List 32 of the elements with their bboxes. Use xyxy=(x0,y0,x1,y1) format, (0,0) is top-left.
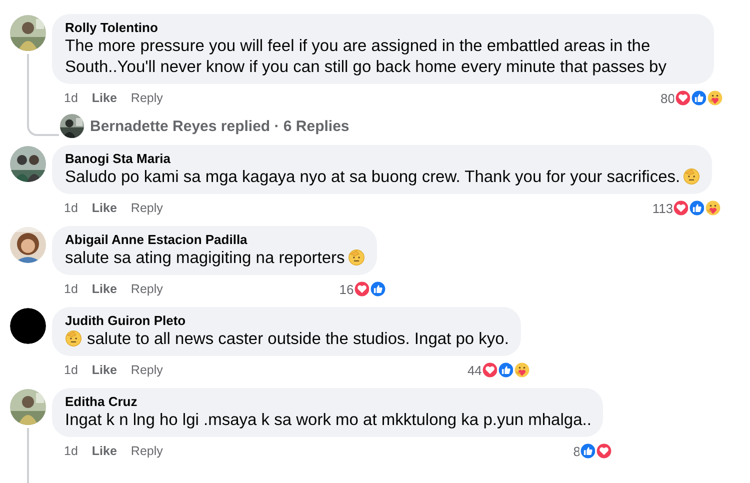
reaction-count[interactable]: 80 xyxy=(660,90,675,106)
reply-link[interactable]: Reply xyxy=(130,363,163,377)
author-name[interactable]: Editha Cruz xyxy=(65,394,592,410)
comment-text: salute to all news caster outside the studios. Ingat po kyo. xyxy=(65,329,509,350)
reply-link[interactable]: Reply xyxy=(130,201,163,215)
timestamp[interactable]: 1d xyxy=(64,282,78,296)
reply-link[interactable]: Reply xyxy=(130,444,163,458)
reaction-count[interactable]: 16 xyxy=(339,282,354,296)
author-name[interactable]: Rolly Tolentino xyxy=(65,20,702,36)
like-link[interactable]: Like xyxy=(92,363,117,377)
reaction-count[interactable]: 8 xyxy=(573,444,580,458)
like-link[interactable]: Like xyxy=(92,91,117,105)
comment-text: salute sa ating magigiting na reporters xyxy=(65,248,365,269)
author-name[interactable]: Abigail Anne Estacion Padilla xyxy=(65,232,365,248)
comment-text: Saludo po kami sa mga kagaya nyo at sa buong crew. Thank you for your sacrifices. xyxy=(65,167,700,188)
like-link[interactable]: Like xyxy=(92,282,117,296)
author-name[interactable]: Banogi Sta Maria xyxy=(65,151,700,167)
reply-link[interactable]: Reply xyxy=(130,91,163,105)
like-link[interactable]: Like xyxy=(92,444,117,458)
reply-link[interactable]: Reply xyxy=(130,282,163,296)
avatar-icon xyxy=(10,308,46,344)
timestamp[interactable]: 1d xyxy=(64,363,78,377)
timestamp[interactable]: 1d xyxy=(64,201,78,215)
replies-link[interactable]: Bernadette Reyes replied · 6 Replies xyxy=(90,118,350,134)
comment-text: The more pressure you will feel if you are assigned in the embattled areas in the South..You'll never know if you can still go back home every minute that passes by xyxy=(65,36,668,78)
timestamp[interactable]: 1d xyxy=(64,91,78,105)
comment-text: Ingat k n lng ho lgi .msaya k sa work mo at mkktulong ka p.yun mhalga.. xyxy=(65,410,592,431)
author-name[interactable]: Judith Guiron Pleto xyxy=(65,313,509,329)
reaction-count[interactable]: 113 xyxy=(652,200,674,216)
reaction-count[interactable]: 44 xyxy=(467,362,482,378)
timestamp[interactable]: 1d xyxy=(64,444,78,458)
like-link[interactable]: Like xyxy=(92,201,117,215)
